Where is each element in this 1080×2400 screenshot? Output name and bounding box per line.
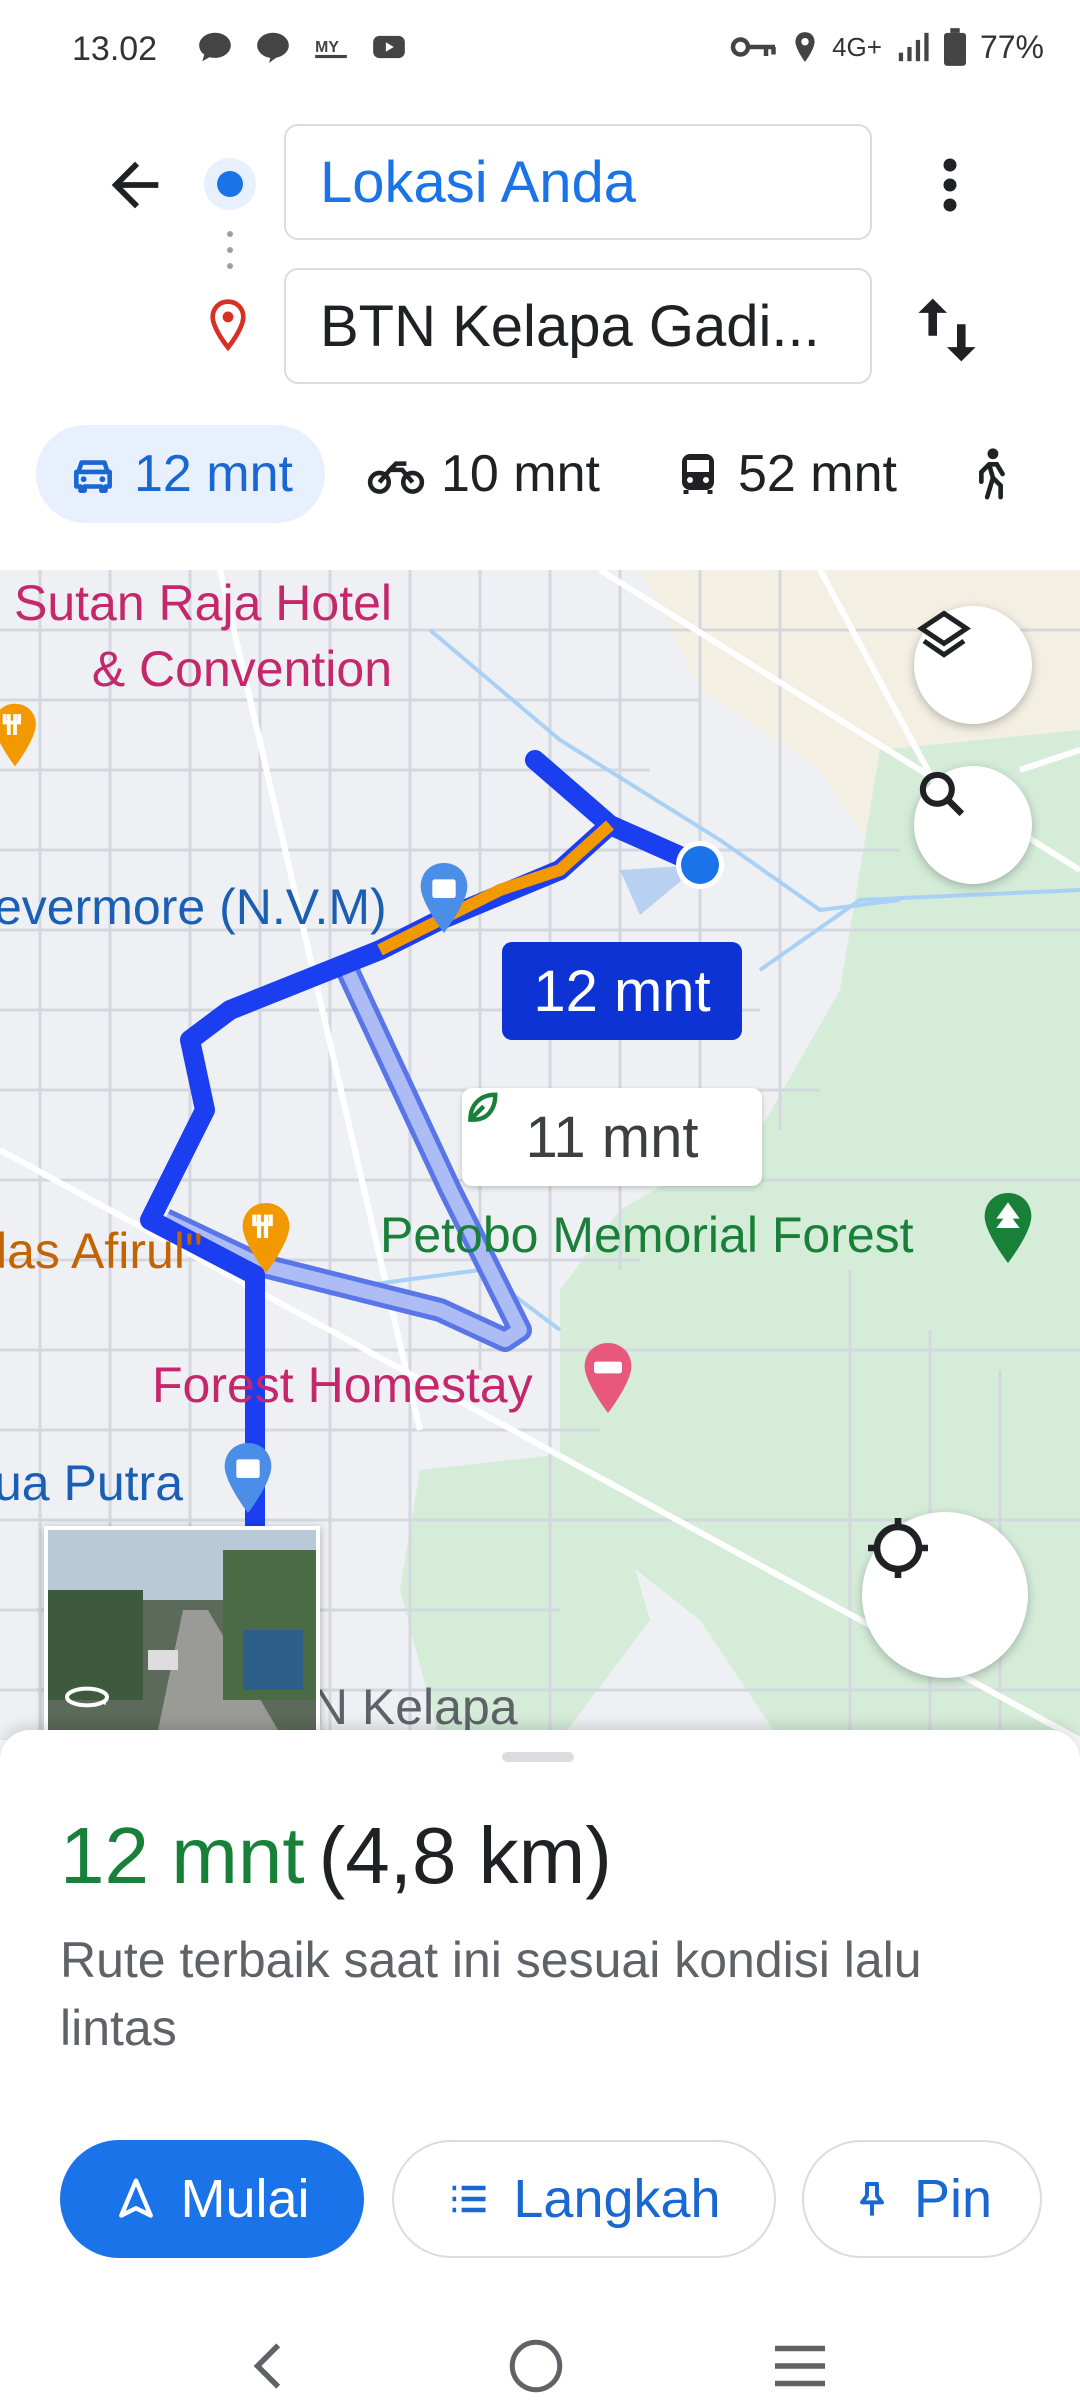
mode-motorcycle-tab[interactable]: 10 mnt (335, 425, 632, 523)
pin-icon (859, 2182, 884, 2216)
origin-input[interactable]: Lokasi Anda (284, 124, 872, 240)
nav-recents-icon[interactable] (770, 2340, 830, 2392)
place-label-hotel[interactable]: Sutan Raja Hotel & Convention (14, 570, 392, 702)
nav-back-icon[interactable] (246, 2338, 292, 2394)
mode-driving-tab[interactable]: 12 mnt (36, 425, 325, 523)
route-distance: (4,8 km) (318, 1811, 612, 1900)
my-location-button[interactable] (862, 1512, 1028, 1678)
battery-percent: 77% (979, 28, 1044, 65)
drag-handle[interactable] (502, 1752, 574, 1762)
battery-icon (943, 28, 966, 66)
place-label-nvm[interactable]: evermore (N.V.M) (0, 878, 387, 936)
place-label-afirul[interactable]: las Afirul" (0, 1222, 203, 1280)
restaurant-marker-icon[interactable] (238, 1200, 294, 1276)
shopping-marker-icon[interactable] (220, 1440, 276, 1516)
mode-walking-tab[interactable] (939, 425, 1011, 523)
place-label-homestay[interactable]: Forest Homestay (152, 1356, 533, 1414)
start-button-label: Mulai (180, 2169, 310, 2229)
more-options-button[interactable] (920, 150, 980, 220)
notification-icons: MY (196, 28, 408, 66)
route-dots-icon (227, 231, 233, 269)
back-arrow-icon (111, 161, 159, 209)
street-view-thumbnail[interactable] (44, 1526, 320, 1734)
pin-button[interactable]: Pin (802, 2140, 1042, 2258)
motorcycle-icon (367, 461, 425, 494)
location-icon (795, 32, 815, 62)
origin-dot-icon (204, 158, 256, 210)
swap-vert-icon (918, 298, 976, 362)
signal-icon (898, 32, 929, 62)
search-icon (919, 771, 965, 817)
shopping-marker-icon[interactable] (416, 860, 472, 936)
alt-route-time-bubble[interactable]: 11 mnt (462, 1088, 762, 1186)
search-along-route-button[interactable] (914, 766, 1032, 884)
pin-button-label: Pin (913, 2169, 993, 2229)
restaurant-marker-icon[interactable] (0, 700, 40, 770)
steps-button-label: Langkah (513, 2169, 721, 2229)
navigation-arrow-icon (119, 2178, 154, 2218)
status-bar: 13.02 MY 4G+ 77% (0, 0, 1080, 100)
layers-button[interactable] (914, 606, 1032, 724)
place-label-putra[interactable]: ua Putra (0, 1454, 183, 1512)
more-vert-icon (943, 158, 957, 212)
map-view[interactable]: Sutan Raja Hotel & Convention evermore (… (0, 570, 1080, 1740)
vpn-key-icon (730, 37, 776, 57)
travel-mode-tabs: 12 mnt 10 mnt 52 mnt (36, 425, 1021, 523)
mode-transit-label: 52 mnt (737, 445, 897, 503)
list-icon (452, 2185, 486, 2213)
start-button[interactable]: Mulai (60, 2140, 364, 2258)
rotate-360-icon (65, 1686, 109, 1708)
back-button[interactable] (100, 150, 170, 220)
park-marker-icon[interactable] (980, 1190, 1036, 1266)
steps-button[interactable]: Langkah (392, 2140, 776, 2258)
network-type: 4G+ (832, 31, 882, 62)
mode-driving-label: 12 mnt (134, 445, 293, 503)
destination-input[interactable]: BTN Kelapa Gadi... (284, 268, 872, 384)
swap-button[interactable] (912, 290, 982, 370)
route-details-sheet: 12 mnt (4,8 km) Rute terbaik saat ini ses… (0, 1730, 1080, 2400)
system-nav-bar (0, 2330, 1080, 2400)
walk-icon (978, 448, 1005, 500)
destination-pin-icon (210, 299, 246, 352)
status-time: 13.02 (72, 30, 158, 68)
route-time-label: 12 mnt (533, 958, 711, 1024)
transit-icon (681, 454, 714, 494)
my-location-icon (868, 1518, 928, 1578)
my-app-icon: MY (315, 39, 347, 59)
route-summary: 12 mnt (4,8 km) (60, 1810, 612, 1902)
youtube-icon (373, 35, 405, 59)
layers-icon (916, 610, 972, 658)
route-description: Rute terbaik saat ini sesuai kondisi lal… (60, 1932, 922, 2056)
chat-icon (199, 32, 231, 62)
nav-home-icon[interactable] (506, 2336, 566, 2396)
route-duration: 12 mnt (60, 1811, 305, 1900)
status-right: 4G+ 77% (730, 28, 1044, 66)
hotel-marker-icon[interactable] (580, 1340, 636, 1416)
eco-leaf-icon (468, 1092, 498, 1122)
alt-route-time-label: 11 mnt (525, 1104, 699, 1170)
svg-text:MY: MY (315, 39, 339, 56)
place-label-forest[interactable]: Petobo Memorial Forest (380, 1206, 914, 1264)
line-app-icon (257, 32, 289, 63)
mode-transit-tab[interactable]: 52 mnt (642, 425, 929, 523)
car-icon (74, 460, 112, 493)
route-time-bubble[interactable]: 12 mnt (502, 942, 742, 1040)
mode-motorcycle-label: 10 mnt (440, 445, 600, 503)
